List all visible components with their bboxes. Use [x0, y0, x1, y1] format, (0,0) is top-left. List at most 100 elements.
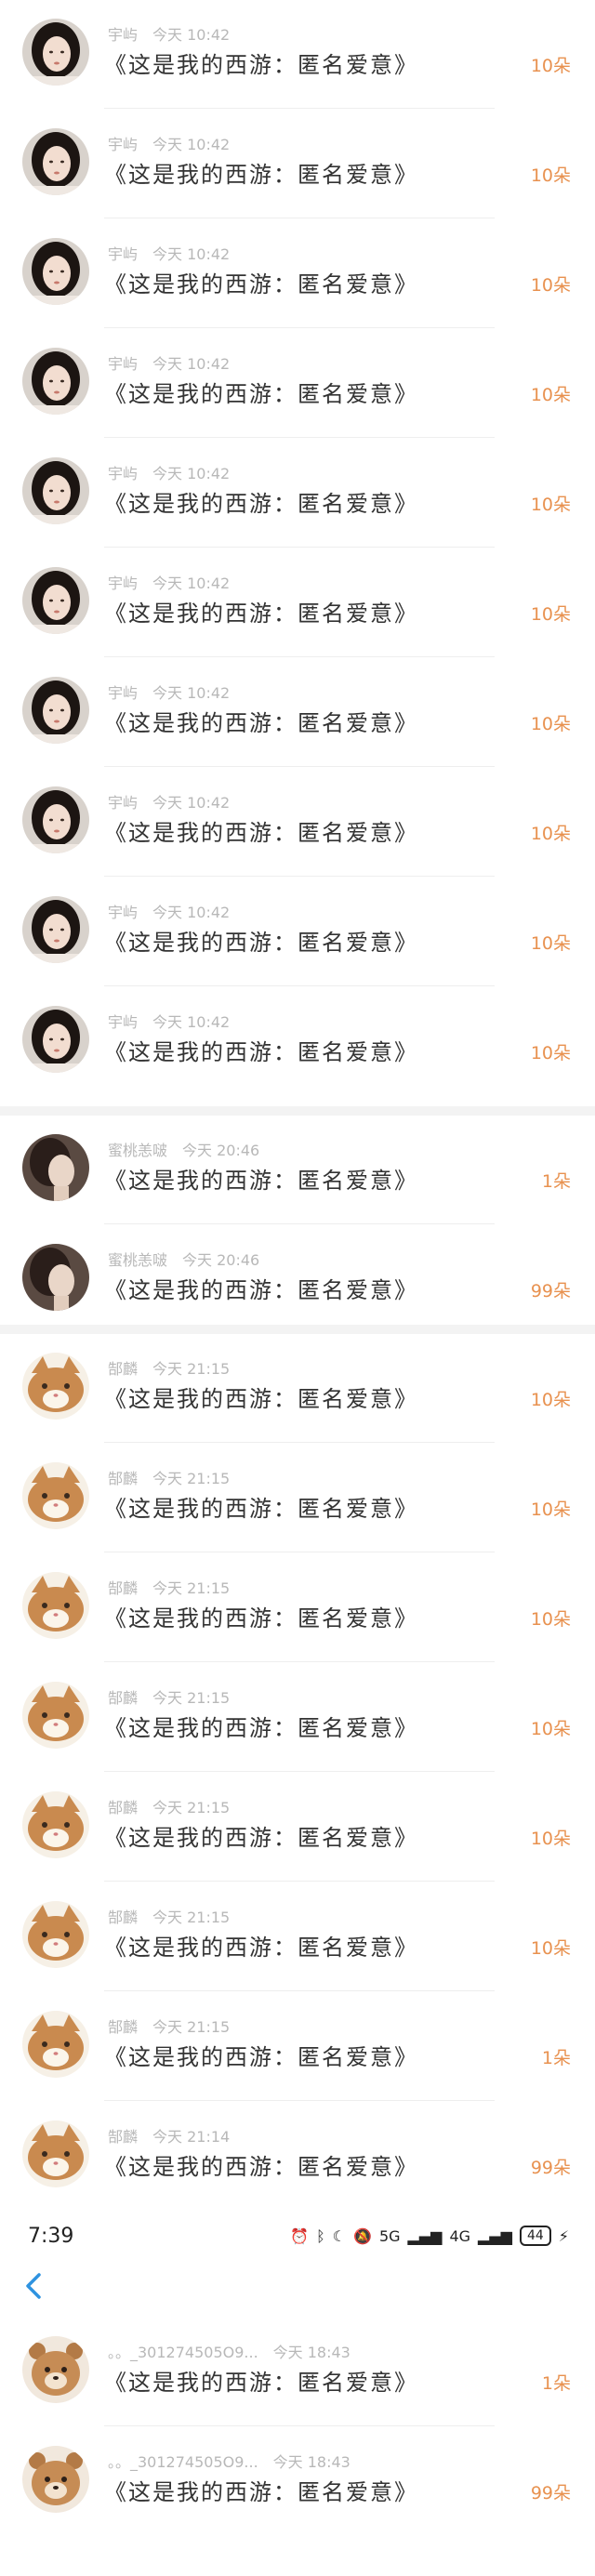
- avatar[interactable]: [22, 128, 89, 195]
- avatar[interactable]: [22, 1134, 89, 1201]
- alarm-icon: ⏰: [290, 2226, 310, 2245]
- flower-count: 99朵: [530, 1281, 571, 1301]
- item-meta: 郜麟 今天 21:14: [108, 2124, 230, 2147]
- avatar[interactable]: [22, 567, 89, 634]
- list-item[interactable]: 。。_301274505О9... 今天 18:43 《这是我的西游：匿名爱意》 99…: [0, 2427, 595, 2536]
- timestamp: 今天 21:15: [152, 1360, 231, 1378]
- avatar[interactable]: [22, 786, 89, 853]
- item-meta: 郜麟 今天 21:15: [108, 1356, 230, 1379]
- avatar[interactable]: [22, 457, 89, 524]
- avatar[interactable]: [22, 1791, 89, 1858]
- item-meta: 蜜桃恙啵 今天 20:46: [108, 1138, 259, 1160]
- username: 宇屿: [108, 355, 139, 373]
- avatar[interactable]: [22, 1901, 89, 1968]
- flower-count: 99朵: [530, 2483, 571, 2503]
- status-icons: ⏰ ᛒ ☾ 🔕 5G ▂▄▆ 4G ▂▄▆ 44 ⚡: [290, 2225, 569, 2247]
- username: 宇屿: [108, 904, 139, 921]
- flower-count: 10朵: [530, 1829, 571, 1849]
- flower-count: 1朵: [541, 1171, 571, 1192]
- item-meta: 。。_301274505О9... 今天 18:43: [108, 2450, 350, 2472]
- flower-count: 10朵: [530, 824, 571, 844]
- username: 。。_301274505О9...: [108, 2453, 258, 2471]
- timestamp: 今天 10:42: [152, 136, 231, 153]
- list-item[interactable]: 郜麟 今天 21:15 《这是我的西游：匿名爱意》 10朵: [0, 1773, 595, 1882]
- avatar[interactable]: [22, 677, 89, 744]
- item-title: 《这是我的西游：匿名爱意》: [104, 601, 418, 627]
- item-title: 《这是我的西游：匿名爱意》: [104, 2370, 418, 2396]
- list-divider: [0, 1106, 595, 1116]
- avatar[interactable]: [22, 238, 89, 305]
- list-item[interactable]: 宇屿 今天 10:42 《这是我的西游：匿名爱意》 10朵: [0, 329, 595, 438]
- list-item[interactable]: 郜麟 今天 21:15 《这是我的西游：匿名爱意》 10朵: [0, 1334, 595, 1443]
- row-divider: [104, 766, 495, 767]
- avatar[interactable]: [22, 2120, 89, 2187]
- list-item[interactable]: 郜麟 今天 21:15 《这是我的西游：匿名爱意》 10朵: [0, 1553, 595, 1662]
- item-title: 《这是我的西游：匿名爱意》: [104, 1386, 418, 1412]
- list-item[interactable]: 宇屿 今天 10:42 《这是我的西游：匿名爱意》 10朵: [0, 219, 595, 328]
- list-item[interactable]: 郜麟 今天 21:15 《这是我的西游：匿名爱意》 10朵: [0, 1444, 595, 1552]
- timestamp: 今天 21:15: [152, 1799, 231, 1816]
- list-item[interactable]: 宇屿 今天 10:42 《这是我的西游：匿名爱意》 10朵: [0, 439, 595, 548]
- list-item[interactable]: 宇屿 今天 10:42 《这是我的西游：匿名爱意》 10朵: [0, 658, 595, 767]
- avatar[interactable]: [22, 1462, 89, 1529]
- list-item[interactable]: 宇屿 今天 10:42 《这是我的西游：匿名爱意》 10朵: [0, 987, 595, 1096]
- username: 郜麟: [108, 1579, 139, 1597]
- avatar[interactable]: [22, 348, 89, 415]
- list-item[interactable]: 郜麟 今天 21:14 《这是我的西游：匿名爱意》 99朵: [0, 2102, 595, 2211]
- avatar[interactable]: [22, 1244, 89, 1311]
- avatar[interactable]: [22, 896, 89, 963]
- list-item[interactable]: 郜麟 今天 21:15 《这是我的西游：匿名爱意》 10朵: [0, 1663, 595, 1772]
- avatar[interactable]: [22, 1353, 89, 1420]
- list-item[interactable]: 宇屿 今天 10:42 《这是我的西游：匿名爱意》 10朵: [0, 878, 595, 986]
- mute-icon: 🔕: [353, 2226, 372, 2245]
- back-button[interactable]: [20, 2269, 48, 2303]
- list-item[interactable]: 郜麟 今天 21:15 《这是我的西游：匿名爱意》 1朵: [0, 1992, 595, 2101]
- item-title: 《这是我的西游：匿名爱意》: [104, 1605, 418, 1631]
- signal-icon-2: ▂▄▆: [478, 2226, 512, 2245]
- flower-count: 10朵: [530, 275, 571, 296]
- avatar[interactable]: [22, 1006, 89, 1073]
- list-item[interactable]: 。。_301274505О9... 今天 18:43 《这是我的西游：匿名爱意》 1朵: [0, 2318, 595, 2426]
- username: 宇屿: [108, 1013, 139, 1031]
- timestamp: 今天 21:14: [152, 2128, 231, 2146]
- username: 郜麟: [108, 1360, 139, 1378]
- item-title: 《这是我的西游：匿名爱意》: [104, 820, 418, 846]
- list-item[interactable]: 宇屿 今天 10:42 《这是我的西游：匿名爱意》 10朵: [0, 768, 595, 877]
- flower-count: 10朵: [530, 1043, 571, 1063]
- row-divider: [104, 1771, 495, 1772]
- item-title: 《这是我的西游：匿名爱意》: [104, 710, 418, 736]
- list-item[interactable]: 郜麟 今天 21:15 《这是我的西游：匿名爱意》 10朵: [0, 1882, 595, 1991]
- list-item[interactable]: 宇屿 今天 10:42 《这是我的西游：匿名爱意》 10朵: [0, 0, 595, 109]
- avatar[interactable]: [22, 2446, 89, 2513]
- timestamp: 今天 18:43: [272, 2453, 350, 2471]
- avatar[interactable]: [22, 2336, 89, 2403]
- item-title: 《这是我的西游：匿名爱意》: [104, 930, 418, 956]
- item-title: 《这是我的西游：匿名爱意》: [104, 1715, 418, 1741]
- username: 郜麟: [108, 1470, 139, 1487]
- avatar[interactable]: [22, 19, 89, 86]
- list-item[interactable]: 宇屿 今天 10:42 《这是我的西游：匿名爱意》 10朵: [0, 110, 595, 218]
- timestamp: 今天 10:42: [152, 465, 231, 482]
- item-meta: 宇屿 今天 10:42: [108, 242, 230, 264]
- item-meta: 宇屿 今天 10:42: [108, 900, 230, 922]
- username: 宇屿: [108, 575, 139, 592]
- timestamp: 今天 18:43: [272, 2344, 350, 2361]
- avatar[interactable]: [22, 2011, 89, 2078]
- username: 郜麟: [108, 1689, 139, 1707]
- username: 郜麟: [108, 1909, 139, 1926]
- list-item[interactable]: 蜜桃恙啵 今天 20:46 《这是我的西游：匿名爱意》 99朵: [0, 1225, 595, 1334]
- timestamp: 今天 21:15: [152, 1689, 231, 1707]
- item-title: 《这是我的西游：匿名爱意》: [104, 1039, 418, 1065]
- item-title: 《这是我的西游：匿名爱意》: [104, 491, 418, 517]
- item-title: 《这是我的西游：匿名爱意》: [104, 2044, 418, 2070]
- row-divider: [104, 2100, 495, 2101]
- item-meta: 郜麟 今天 21:15: [108, 1466, 230, 1488]
- timestamp: 今天 10:42: [152, 1013, 231, 1031]
- item-title: 《这是我的西游：匿名爱意》: [104, 162, 418, 188]
- list-item[interactable]: 蜜桃恙啵 今天 20:46 《这是我的西游：匿名爱意》 1朵: [0, 1116, 595, 1224]
- avatar[interactable]: [22, 1572, 89, 1639]
- list-item[interactable]: 宇屿 今天 10:42 《这是我的西游：匿名爱意》 10朵: [0, 548, 595, 657]
- item-title: 《这是我的西游：匿名爱意》: [104, 1935, 418, 1961]
- avatar[interactable]: [22, 1682, 89, 1749]
- timestamp: 今天 21:15: [152, 1909, 231, 1926]
